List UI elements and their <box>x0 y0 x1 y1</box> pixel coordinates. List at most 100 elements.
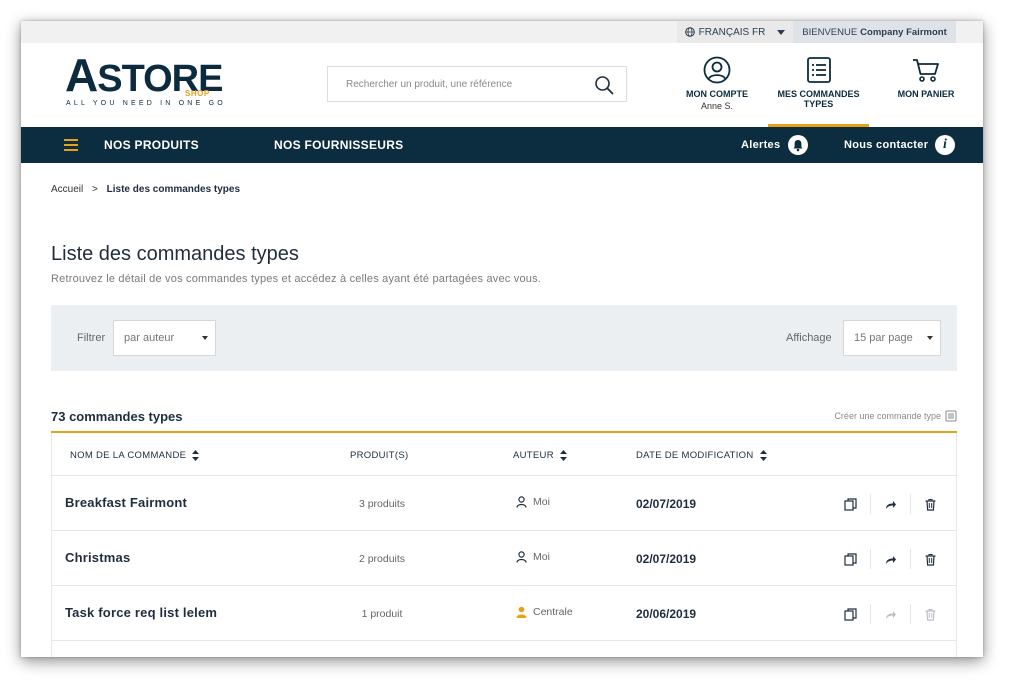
welcome-message: BIENVENUE Company Fairmont <box>793 21 956 43</box>
copy-icon <box>843 552 857 566</box>
welcome-company: Company Fairmont <box>860 26 947 38</box>
per-page-value: 15 par page <box>854 332 913 344</box>
column-header-products-label: PRODUIT(S) <box>350 450 409 461</box>
bell-icon[interactable] <box>788 135 808 155</box>
list-icon <box>806 57 831 83</box>
author-name: Moi <box>533 496 550 508</box>
order-name[interactable]: Task force req list lelem <box>65 605 217 620</box>
info-icon[interactable]: i <box>935 135 955 155</box>
row-actions <box>830 494 950 514</box>
table-row <box>52 641 956 657</box>
delete-button[interactable] <box>910 549 950 569</box>
trash-icon <box>925 498 936 511</box>
product-count: 3 produits <box>358 498 406 510</box>
welcome-prefix: BIENVENUE <box>802 26 858 38</box>
order-templates-table: NOM DE LA COMMANDE PRODUIT(S) AUTEUR DAT… <box>51 433 957 657</box>
create-order-template-label: Créer une commande type <box>834 411 941 421</box>
share-button[interactable] <box>870 549 910 569</box>
sort-icon <box>559 450 567 461</box>
cart-icon <box>913 59 939 82</box>
my-order-templates-label: MES COMMANDES TYPES <box>777 89 860 109</box>
nav-contact-us[interactable]: Nous contacter <box>844 127 928 163</box>
breadcrumb-home[interactable]: Accueil <box>51 184 83 195</box>
author-cell: Moi <box>516 551 550 563</box>
column-header-author-label: AUTEUR <box>513 450 554 461</box>
author-filter-value: par auteur <box>124 332 175 344</box>
app-window: FRANÇAIS FR BIENVENUE Company Fairmont A… <box>21 21 983 657</box>
table-row[interactable]: Task force req list lelem 1 produit Cent… <box>52 586 956 641</box>
globe-icon <box>684 27 695 37</box>
chevron-down-icon <box>202 336 208 340</box>
product-count: 1 produit <box>361 608 403 620</box>
display-label: Affichage <box>786 332 832 344</box>
sort-icon <box>759 450 767 461</box>
user-icon <box>516 606 527 618</box>
trash-icon <box>925 608 936 621</box>
column-header-name[interactable]: NOM DE LA COMMANDE <box>70 450 200 461</box>
result-count: 73 commandes types <box>51 409 183 424</box>
column-header-date-label: DATE DE MODIFICATION <box>636 450 754 461</box>
main-navbar: NOS PRODUITS NOS FOURNISSEURS Alertes No… <box>21 127 983 163</box>
table-row[interactable]: Christmas 2 produits Moi 02/07/2019 <box>52 531 956 586</box>
my-cart-label: MON PANIER <box>897 89 955 99</box>
breadcrumb: Accueil > Liste des commandes types <box>51 184 240 195</box>
duplicate-button[interactable] <box>830 604 870 624</box>
breadcrumb-separator: > <box>92 184 98 195</box>
top-bar: FRANÇAIS FR BIENVENUE Company Fairmont <box>21 21 983 43</box>
filter-label: Filtrer <box>77 332 106 344</box>
logo-tagline: ALL YOU NEED IN ONE GO <box>66 100 226 107</box>
delete-button <box>910 604 950 624</box>
row-actions <box>830 549 950 569</box>
logo-shop: SHOP <box>185 89 210 98</box>
list-icon <box>945 410 957 422</box>
user-circle-icon <box>703 56 731 84</box>
search-icon[interactable] <box>594 75 614 95</box>
user-icon <box>516 496 527 508</box>
nav-our-suppliers[interactable]: NOS FOURNISSEURS <box>274 127 403 163</box>
product-count: 2 produits <box>358 553 406 565</box>
filter-bar: Filtrer par auteur Affichage 15 par page <box>51 305 957 371</box>
my-account-label: MON COMPTE <box>686 89 748 99</box>
my-cart-link[interactable]: MON PANIER <box>886 55 966 127</box>
my-account-link[interactable]: MON COMPTE Anne S. <box>677 55 757 127</box>
delete-button[interactable] <box>910 494 950 514</box>
author-name: Centrale <box>533 606 573 618</box>
row-actions <box>830 604 950 624</box>
share-button[interactable] <box>870 494 910 514</box>
sort-icon <box>192 450 200 461</box>
page-title: Liste des commandes types <box>51 243 299 265</box>
my-order-templates-link[interactable]: MES COMMANDES TYPES <box>768 55 869 127</box>
user-icon <box>516 551 527 563</box>
chevron-down-icon <box>927 336 933 340</box>
page-subtitle: Retrouvez le détail de vos commandes typ… <box>51 273 542 285</box>
per-page-select[interactable]: 15 par page <box>843 320 941 356</box>
author-cell: Moi <box>516 496 550 508</box>
modified-date: 20/06/2019 <box>636 607 697 621</box>
create-order-template-link[interactable]: Créer une commande type <box>834 410 957 422</box>
table-header: NOM DE LA COMMANDE PRODUIT(S) AUTEUR DAT… <box>52 433 956 476</box>
language-selector[interactable]: FRANÇAIS FR <box>677 21 793 43</box>
table-row[interactable]: Breakfast Fairmont 3 produits Moi 02/07/… <box>52 476 956 531</box>
author-name: Moi <box>533 551 550 563</box>
share-icon <box>886 610 896 619</box>
search-input[interactable] <box>328 67 588 101</box>
share-icon <box>886 500 896 509</box>
order-name[interactable]: Christmas <box>65 550 130 565</box>
author-filter-select[interactable]: par auteur <box>113 320 216 356</box>
column-header-author[interactable]: AUTEUR <box>513 450 567 461</box>
column-header-date[interactable]: DATE DE MODIFICATION <box>636 450 767 461</box>
copy-icon <box>843 607 857 621</box>
nav-our-products[interactable]: NOS PRODUITS <box>104 127 199 163</box>
duplicate-button[interactable] <box>830 494 870 514</box>
modified-date: 02/07/2019 <box>636 497 697 511</box>
logo[interactable]: ASTORE SHOP ALL YOU NEED IN ONE GO <box>65 52 235 115</box>
nav-alerts[interactable]: Alertes <box>741 127 780 163</box>
share-button <box>870 604 910 624</box>
chevron-down-icon <box>777 29 786 35</box>
duplicate-button[interactable] <box>830 549 870 569</box>
breadcrumb-current: Liste des commandes types <box>106 184 241 195</box>
order-name[interactable]: Breakfast Fairmont <box>65 495 187 510</box>
hamburger-icon[interactable] <box>64 139 78 151</box>
trash-icon <box>925 553 936 566</box>
modified-date: 02/07/2019 <box>636 552 697 566</box>
